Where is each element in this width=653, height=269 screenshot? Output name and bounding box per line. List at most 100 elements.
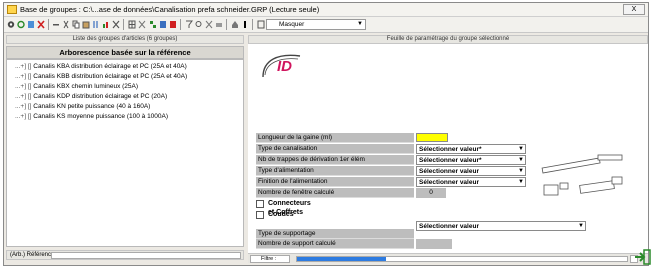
tree-item[interactable]: ...+] [] Canalis KN petite puissance (40… — [7, 102, 243, 112]
close-button[interactable]: X — [623, 4, 645, 15]
group-tree: ...+] [] Canalis KBA distribution éclair… — [6, 59, 244, 247]
select-value: Sélectionner valeur — [419, 179, 479, 186]
reference-input[interactable] — [51, 252, 241, 259]
close-doc-icon[interactable] — [112, 20, 120, 29]
logo-text: ID — [277, 58, 292, 75]
filter-icon[interactable] — [185, 20, 193, 29]
logo-image: ID — [262, 54, 301, 78]
tree-item-label: Canalis KBA distribution éclairage et PC… — [33, 63, 187, 70]
filter-label: Filtre : — [261, 256, 277, 262]
finition-select[interactable]: Sélectionner valeur ▼ — [416, 177, 526, 187]
type-canalisation-label: Type de canalisation — [256, 144, 414, 154]
coudes-checkbox[interactable] — [256, 211, 264, 219]
info-icon[interactable] — [241, 20, 249, 29]
supportage-label: Type de supportage — [256, 229, 414, 239]
chevron-down-icon: ▼ — [518, 168, 524, 174]
connecteurs-checkbox[interactable] — [256, 200, 264, 208]
toolbar-separator — [252, 19, 253, 30]
group-list-panel: Liste des groupes d'articles (6 groupes)… — [6, 35, 244, 261]
supportage-spacer — [256, 221, 414, 229]
print-icon[interactable] — [215, 20, 223, 29]
coudes-label: Coudes — [268, 211, 294, 218]
tree-item-label: Canalis KBB distribution éclairage et PC… — [33, 73, 188, 80]
tree-expander[interactable]: ...+] [] — [15, 113, 31, 120]
remove-icon[interactable] — [205, 20, 213, 29]
alimentation-label: Type d'alimentation — [256, 166, 414, 176]
progress-fill — [297, 257, 387, 261]
chevron-down-icon: ▼ — [578, 223, 584, 229]
settings-panel: Feuille de paramétrage du groupe sélecti… — [248, 35, 648, 261]
chevron-down-icon: ▼ — [518, 157, 524, 163]
copy-icon[interactable] — [72, 20, 80, 29]
zoom-icon[interactable] — [195, 20, 203, 29]
tree-expander[interactable]: ...+] [] — [15, 83, 31, 90]
chart-icon[interactable] — [102, 20, 110, 29]
export-icon[interactable] — [169, 20, 177, 29]
tree-expander[interactable]: ...+] [] — [15, 103, 31, 110]
title-bar: Base de groupes : C:\...ase de données\C… — [4, 3, 648, 17]
filter-footer: Filtre : — [248, 253, 648, 263]
fenetres-value: 0 — [416, 188, 446, 198]
table-icon[interactable] — [159, 20, 167, 29]
tree-expander[interactable]: ...+] [] — [15, 63, 31, 70]
select-value: Sélectionner valeur — [419, 168, 479, 175]
supportage-select[interactable]: Sélectionner valeur ▼ — [416, 221, 586, 231]
display-mode-select[interactable]: Masquer ▼ — [266, 19, 366, 30]
toolbar-separator — [180, 19, 181, 30]
display-mode-value: Masquer — [279, 21, 305, 28]
toolbar: Masquer ▼ — [4, 17, 648, 33]
busbar-illustration — [541, 154, 623, 196]
paste-icon[interactable] — [82, 20, 90, 29]
toolbar-separator — [48, 19, 49, 30]
tree-item-label: Canalis KS moyenne puissance (100 à 1000… — [33, 113, 169, 120]
exit-icon[interactable] — [632, 247, 652, 267]
tree-item[interactable]: ...+] [] Canalis KBA distribution éclair… — [7, 62, 243, 72]
progress-bar — [296, 256, 628, 262]
home-icon[interactable] — [231, 20, 239, 29]
trappes-select[interactable]: Sélectionner valeur* ▼ — [416, 155, 526, 165]
tree-item-label: Canalis KN petite puissance (40 à 160A) — [33, 103, 151, 110]
toolbar-separator — [123, 19, 124, 30]
longueur-label: Longueur de la gaine (ml) — [256, 133, 414, 143]
settings-header: Feuille de paramétrage du groupe sélecti… — [248, 35, 648, 44]
chevron-down-icon: ▼ — [518, 146, 524, 152]
window-title: Base de groupes : C:\...ase de données\C… — [20, 5, 320, 14]
cut-icon[interactable] — [62, 20, 70, 29]
settings-icon[interactable] — [7, 20, 15, 29]
grid-icon[interactable] — [128, 20, 136, 29]
type-canalisation-select[interactable]: Sélectionner valeur* ▼ — [416, 144, 526, 154]
reference-footer: (Arb.) Référence : — [6, 250, 244, 260]
hide-icon[interactable] — [257, 20, 265, 29]
select-value: Sélectionner valeur* — [419, 146, 482, 153]
delete-icon[interactable] — [37, 20, 45, 29]
tree-expander[interactable]: ...+] [] — [15, 93, 31, 100]
tree-item-label: Canalis KDP distribution éclairage et PC… — [33, 93, 168, 100]
alimentation-select[interactable]: Sélectionner valeur ▼ — [416, 166, 526, 176]
tree-item[interactable]: ...+] [] Canalis KBX chemin lumineux (25… — [7, 82, 243, 92]
filter-input[interactable]: Filtre : — [250, 255, 290, 263]
folder-icon — [7, 5, 17, 14]
tree-item[interactable]: ...+] [] Canalis KBB distribution éclair… — [7, 72, 243, 82]
tree-title: Arborescence basée sur la référence — [6, 46, 244, 59]
minus-icon[interactable] — [52, 20, 60, 29]
tree-item[interactable]: ...+] [] Canalis KS moyenne puissance (1… — [7, 112, 243, 122]
group-list-header: Liste des groupes d'articles (6 groupes) — [6, 35, 244, 44]
add-icon[interactable] — [27, 20, 35, 29]
tree-expander[interactable]: ...+] [] — [15, 73, 31, 80]
fenetres-label: Nombre de fenêtre calculé — [256, 188, 414, 198]
trappes-label: Nb de trappes de dérivation 1er élém — [256, 155, 414, 165]
support-calc-label: Nombre de support calculé — [256, 239, 414, 249]
sort-icon[interactable] — [92, 20, 100, 29]
select-value: Sélectionner valeur — [419, 223, 479, 230]
toolbar-separator — [226, 19, 227, 30]
cross-grid-icon[interactable] — [138, 20, 146, 29]
tree-item[interactable]: ...+] [] Canalis KDP distribution éclair… — [7, 92, 243, 102]
refresh-icon[interactable] — [17, 20, 25, 29]
tree-item-label: Canalis KBX chemin lumineux (25A) — [33, 83, 139, 90]
chevron-down-icon: ▼ — [357, 21, 363, 27]
longueur-input[interactable] — [416, 133, 448, 142]
tree-icon[interactable] — [149, 20, 157, 29]
app-window: Base de groupes : C:\...ase de données\C… — [3, 2, 652, 267]
support-calc-value — [416, 239, 452, 249]
select-value: Sélectionner valeur* — [419, 157, 482, 164]
